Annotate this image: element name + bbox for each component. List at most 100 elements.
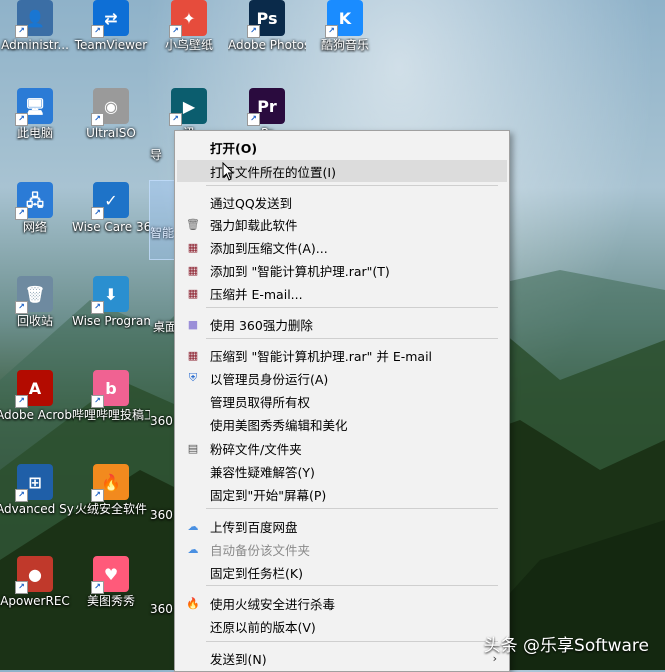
app-icon: 🖥 ↗ bbox=[15, 88, 53, 126]
context-menu-item[interactable]: ▦ 压缩到 "智能计算机护理.rar" 并 E-mail bbox=[177, 344, 507, 366]
context-menu-item[interactable]: 管理员取得所有权 bbox=[177, 390, 507, 412]
desktop-icon-label-partial[interactable]: 360 bbox=[150, 414, 176, 429]
desktop-icon[interactable]: A↗Adobe Acrobat DC bbox=[0, 370, 74, 423]
app-icon: ◉ ↗ bbox=[91, 88, 129, 126]
desktop-icon[interactable]: ⬇↗Wise Program... bbox=[72, 276, 150, 329]
context-menu-item-label: 通过QQ发送到 bbox=[210, 195, 293, 211]
desktop-icon[interactable]: ⇄ ↗ TeamViewer bbox=[72, 0, 150, 53]
archive-icon: ▦ bbox=[187, 286, 199, 300]
app-icon: b ↗ bbox=[91, 370, 129, 408]
app-icon: 🔥 ↗ bbox=[91, 464, 129, 502]
context-menu-item-label: 粉碎文件/文件夹 bbox=[210, 441, 302, 457]
context-menu-item-label: 添加到压缩文件(A)... bbox=[210, 240, 328, 256]
shortcut-arrow-icon: ↗ bbox=[91, 301, 104, 314]
shortcut-arrow-icon: ↗ bbox=[15, 25, 28, 38]
menu-separator bbox=[206, 641, 498, 642]
context-menu: 打开(O) 打开文件所在的位置(I) 通过QQ发送到 🗑 强力卸载此软件 ▦ 添加到压缩文件… bbox=[174, 130, 510, 672]
context-menu-item[interactable]: 还原以前的版本(V) bbox=[177, 615, 507, 637]
desktop-icon[interactable]: 🖧 ↗ 网络 bbox=[0, 182, 74, 235]
menu-separator bbox=[206, 585, 498, 586]
desktop-icon-label: TeamViewer bbox=[74, 38, 148, 52]
context-menu-item-label: 使用火绒安全进行杀毒 bbox=[210, 596, 336, 612]
context-menu-item-label: 使用美图秀秀编辑和美化 bbox=[210, 417, 348, 433]
shortcut-arrow-icon: ↗ bbox=[91, 25, 104, 38]
shortcut-arrow-icon: ↗ bbox=[15, 301, 28, 314]
desktop-icon[interactable]: ♥ ↗ 美图秀秀 bbox=[72, 556, 150, 609]
shield-icon: ⛨ bbox=[188, 371, 198, 384]
context-menu-item[interactable]: ⛨ 以管理员身份运行(A) bbox=[177, 367, 507, 389]
app-icon: 🖧 ↗ bbox=[15, 182, 53, 220]
app-icon: ⇄ ↗ bbox=[91, 0, 129, 38]
context-menu-item[interactable]: 🔥 使用火绒安全进行杀毒 bbox=[177, 592, 507, 614]
desktop-icon-label: 火绒安全软件 bbox=[74, 502, 147, 516]
desktop-icon-label: Administr... bbox=[1, 38, 69, 52]
context-menu-item[interactable]: ▦ 添加到压缩文件(A)... bbox=[177, 236, 507, 258]
desktop-icon[interactable]: ● ↗ ApowerREC bbox=[0, 556, 74, 609]
context-menu-item-label: 打开(O) bbox=[210, 140, 258, 156]
context-menu-item-label: 还原以前的版本(V) bbox=[210, 619, 316, 635]
context-menu-item[interactable]: ▤ 粉碎文件/文件夹 bbox=[177, 437, 507, 459]
shortcut-arrow-icon: ↗ bbox=[325, 25, 338, 38]
archive-icon: ▦ bbox=[187, 348, 199, 362]
app-icon: ⬇ ↗ bbox=[91, 276, 129, 314]
desktop-icon[interactable]: ✓↗Wise Care 365 bbox=[72, 182, 150, 235]
app-icon: Pr ↗ bbox=[247, 88, 285, 126]
shortcut-arrow-icon: ↗ bbox=[15, 113, 28, 126]
menu-separator bbox=[206, 307, 498, 308]
desktop-icon-label-partial[interactable]: 360 bbox=[150, 602, 176, 617]
context-menu-item-label: 固定到任务栏(K) bbox=[210, 565, 303, 581]
context-menu-item-label: 自动备份该文件夹 bbox=[210, 542, 311, 558]
desktop-icon[interactable]: ◉ ↗ UltraISO bbox=[72, 88, 150, 141]
context-menu-item[interactable]: 使用美图秀秀编辑和美化 bbox=[177, 413, 507, 435]
desktop-icon-label: 回收站 bbox=[16, 314, 53, 328]
desktop-icon[interactable]: Ps↗Adobe Photosho... bbox=[228, 0, 306, 53]
context-menu-item[interactable]: ▦ 压缩并 E-mail... bbox=[177, 282, 507, 304]
context-menu-item[interactable]: 固定到任务栏(K) bbox=[177, 561, 507, 583]
desktop-icon[interactable]: 🖥 ↗ 此电脑 bbox=[0, 88, 74, 141]
desktop-icon-label-partial[interactable]: 360 bbox=[150, 508, 176, 523]
desktop-icon-label: UltraISO bbox=[86, 126, 136, 140]
desktop-icon[interactable]: 👤 ↗ Administr... bbox=[0, 0, 74, 53]
context-menu-item[interactable]: ▦ 添加到 "智能计算机护理.rar"(T) bbox=[177, 259, 507, 281]
context-menu-item[interactable]: ☁ 自动备份该文件夹 bbox=[177, 538, 507, 560]
context-menu-item[interactable]: 通过QQ发送到 bbox=[177, 191, 507, 213]
context-menu-item-label: 上传到百度网盘 bbox=[210, 519, 298, 535]
desktop-icon[interactable]: ✦ ↗ 小鸟壁纸 bbox=[150, 0, 228, 53]
context-menu-item-label: 压缩并 E-mail... bbox=[210, 286, 303, 302]
shortcut-arrow-icon: ↗ bbox=[91, 207, 104, 220]
desktop-icon-label-partial[interactable]: 导 bbox=[150, 148, 176, 163]
shortcut-arrow-icon: ↗ bbox=[247, 113, 260, 126]
context-menu-item[interactable]: 发送到(N) › bbox=[177, 647, 507, 669]
shortcut-arrow-icon: ↗ bbox=[15, 207, 28, 220]
app-icon: ● ↗ bbox=[15, 556, 53, 594]
app-icon: 🗑 ↗ bbox=[15, 276, 53, 314]
desktop-icon-label: Wise Care 365 bbox=[72, 220, 150, 234]
desktop-icon[interactable]: ⊞↗Advanced System ... bbox=[0, 464, 74, 517]
app-icon: ✦ ↗ bbox=[169, 0, 207, 38]
context-menu-item[interactable]: 固定到"开始"屏幕(P) bbox=[177, 483, 507, 505]
context-menu-item-label: 压缩到 "智能计算机护理.rar" 并 E-mail bbox=[210, 348, 433, 364]
context-menu-item[interactable]: 打开(O) bbox=[177, 136, 507, 158]
archive-icon: ▦ bbox=[187, 263, 199, 277]
app-icon: ⊞ ↗ bbox=[15, 464, 53, 502]
shortcut-arrow-icon: ↗ bbox=[247, 25, 260, 38]
desktop-icon[interactable]: b↗哔哩哔哩投稿工具 bbox=[72, 370, 150, 423]
context-menu-item-label: 发送到(N) bbox=[210, 651, 267, 667]
context-menu-item[interactable]: 🗑 强力卸载此软件 bbox=[177, 213, 507, 235]
context-menu-item[interactable]: ☁ 上传到百度网盘 bbox=[177, 515, 507, 537]
app-icon: ♥ ↗ bbox=[91, 556, 129, 594]
desktop-icon-label: 此电脑 bbox=[16, 126, 53, 140]
context-menu-item-label: 兼容性疑难解答(Y) bbox=[210, 464, 315, 480]
shortcut-arrow-icon: ↗ bbox=[15, 489, 28, 502]
context-menu-item[interactable]: 兼容性疑难解答(Y) bbox=[177, 460, 507, 482]
desktop-icon[interactable]: 🔥 ↗ 火绒安全软件 bbox=[72, 464, 150, 517]
desktop-icon[interactable]: 🗑 ↗ 回收站 bbox=[0, 276, 74, 329]
desktop-icon[interactable]: K ↗ 酷狗音乐 bbox=[306, 0, 384, 53]
context-menu-item-label: 强力卸载此软件 bbox=[210, 217, 298, 233]
archive-icon: ▦ bbox=[187, 240, 199, 254]
trash-icon: 🗑 bbox=[186, 217, 200, 231]
app-icon: Ps ↗ bbox=[247, 0, 285, 38]
context-menu-item-label: 使用 360强力删除 bbox=[210, 317, 313, 333]
context-menu-item[interactable]: ■ 使用 360强力删除 bbox=[177, 313, 507, 335]
menu-separator bbox=[206, 508, 498, 509]
